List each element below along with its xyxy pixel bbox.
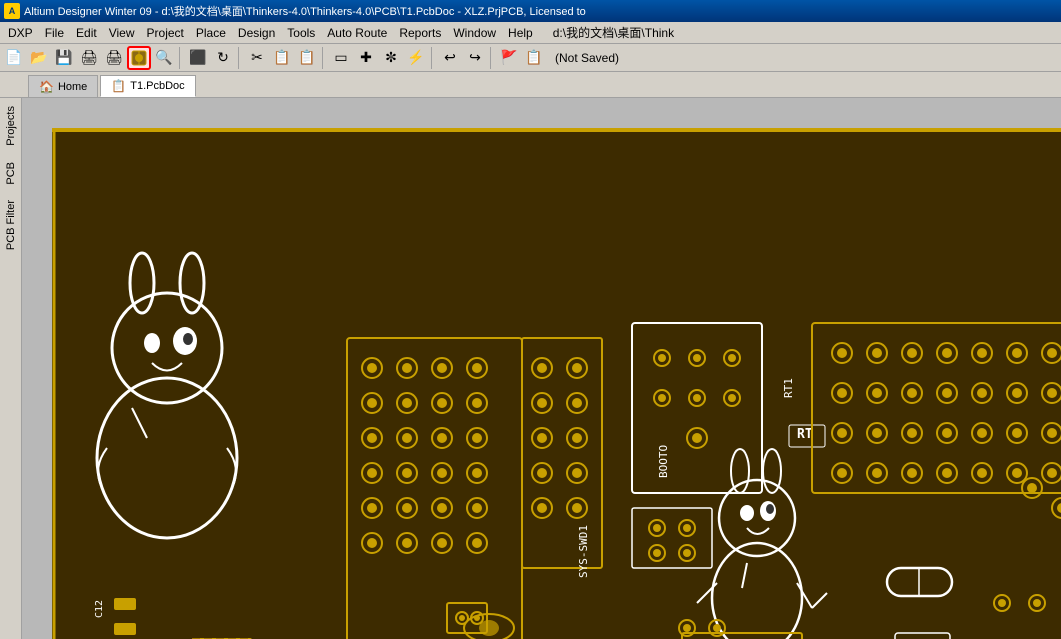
panel-pcb-btn[interactable]: PCB <box>2 154 20 193</box>
main-content: Projects PCB PCB Filter <box>0 98 1061 639</box>
tab-bar: 🏠 Home 📋 T1.PcbDoc <box>0 72 1061 98</box>
sep3 <box>322 47 326 69</box>
app-icon: A <box>4 3 20 19</box>
pcb-canvas[interactable]: C12 C13 <box>22 98 1061 639</box>
menu-window[interactable]: Window <box>447 24 502 42</box>
pcb-icon: 📋 <box>111 79 126 93</box>
menu-place[interactable]: Place <box>190 24 232 42</box>
panel-projects-btn[interactable]: Projects <box>2 98 20 154</box>
svg-text:SYS-SWD1: SYS-SWD1 <box>577 525 590 578</box>
not-saved-label: (Not Saved) <box>555 51 619 65</box>
menu-edit[interactable]: Edit <box>70 24 103 42</box>
pcb-board[interactable]: C12 C13 <box>52 128 1061 639</box>
open-button[interactable]: 📂 <box>27 46 51 70</box>
window-title: Altium Designer Winter 09 - d:\我的文档\桌面\T… <box>24 3 586 19</box>
print-preview-button[interactable]: 🖨 <box>77 46 101 70</box>
menu-project[interactable]: Project <box>141 24 190 42</box>
menu-bar: DXP File Edit View Project Place Design … <box>0 22 1061 44</box>
print-button[interactable]: 🖨 <box>102 46 126 70</box>
menu-view[interactable]: View <box>103 24 141 42</box>
flag-button[interactable]: 🚩 <box>497 46 521 70</box>
wire-button[interactable]: ⚡ <box>404 46 428 70</box>
menu-dxp[interactable]: DXP <box>2 24 39 42</box>
svg-text:RT: RT <box>797 427 813 442</box>
svg-text:BOOTO: BOOTO <box>657 445 670 478</box>
select-button[interactable]: ⬛ <box>186 46 210 70</box>
cut-button[interactable]: ✂ <box>245 46 269 70</box>
menu-tools[interactable]: Tools <box>281 24 321 42</box>
save-button[interactable]: 💾 <box>52 46 76 70</box>
pcb-svg: C12 C13 <box>52 128 1061 639</box>
rotate-button[interactable]: ↻ <box>211 46 235 70</box>
new-button[interactable]: 📄 <box>2 46 26 70</box>
sep4 <box>431 47 435 69</box>
sep2 <box>238 47 242 69</box>
menu-design[interactable]: Design <box>232 24 281 42</box>
sep1 <box>179 47 183 69</box>
tab-pcbdoc[interactable]: 📋 T1.PcbDoc <box>100 75 195 97</box>
rect-button[interactable]: ▭ <box>329 46 353 70</box>
tab-home[interactable]: 🏠 Home <box>28 75 98 97</box>
toolbar: 📄 📂 💾 🖨 🖨 🔍 ⬛ ↻ ✂ 📋 📋 ▭ ✚ ✼ ⚡ ↩ ↪ 🚩 📋 (N… <box>0 44 1061 72</box>
undo-button[interactable]: ↩ <box>438 46 462 70</box>
paste-button[interactable]: 📋 <box>295 46 319 70</box>
menu-help[interactable]: Help <box>502 24 539 42</box>
menu-file[interactable]: File <box>39 24 70 42</box>
zoom-button[interactable]: 🔍 <box>152 46 176 70</box>
inspect-button[interactable]: 📋 <box>522 46 546 70</box>
left-panels: Projects PCB PCB Filter <box>0 98 22 639</box>
move-button[interactable]: ✼ <box>379 46 403 70</box>
home-icon: 🏠 <box>39 80 54 94</box>
sep5 <box>490 47 494 69</box>
menu-path: d:\我的文档\桌面\Think <box>547 22 680 43</box>
cross-button[interactable]: ✚ <box>354 46 378 70</box>
menu-reports[interactable]: Reports <box>393 24 447 42</box>
menu-autoroute[interactable]: Auto Route <box>321 24 393 42</box>
panel-pcbfilter-btn[interactable]: PCB Filter <box>2 192 20 258</box>
redo-button[interactable]: ↪ <box>463 46 487 70</box>
svg-text:RT1: RT1 <box>782 378 795 398</box>
highlighted-tool-button[interactable] <box>127 46 151 70</box>
title-bar: A Altium Designer Winter 09 - d:\我的文档\桌面… <box>0 0 1061 22</box>
svg-text:C12: C12 <box>94 600 105 618</box>
copy-button[interactable]: 📋 <box>270 46 294 70</box>
